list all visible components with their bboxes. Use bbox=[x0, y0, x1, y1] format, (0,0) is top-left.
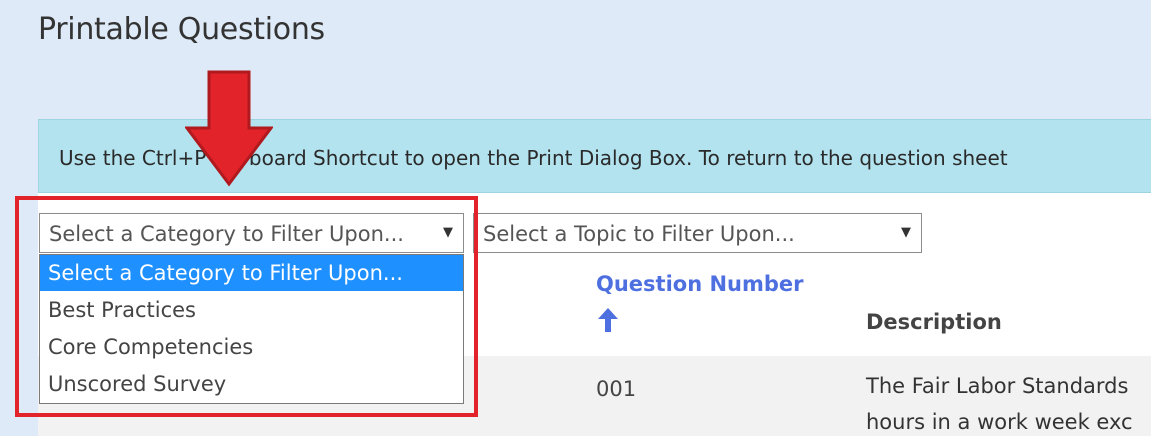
topic-filter-select[interactable]: Select a Topic to Filter Upon... ▼ bbox=[473, 213, 922, 253]
topic-filter-value: Select a Topic to Filter Upon... bbox=[483, 222, 795, 246]
annotation-highlight-box bbox=[15, 196, 478, 417]
description-cell: The Fair Labor Standards bbox=[866, 374, 1129, 398]
right-edge bbox=[1151, 0, 1159, 436]
description-cell-line2: hours in a work week exc bbox=[866, 410, 1133, 434]
description-header: Description bbox=[866, 310, 1002, 334]
arrow-up-icon[interactable] bbox=[597, 307, 619, 333]
page-panel: Printable Questions Use the Ctrl+P Keybo… bbox=[0, 0, 1151, 436]
caret-down-icon: ▼ bbox=[901, 225, 911, 240]
arrow-down-icon bbox=[185, 70, 273, 187]
page-title: Printable Questions bbox=[38, 12, 325, 47]
question-number-header[interactable]: Question Number bbox=[596, 272, 804, 296]
question-number-cell: 001 bbox=[596, 377, 637, 401]
